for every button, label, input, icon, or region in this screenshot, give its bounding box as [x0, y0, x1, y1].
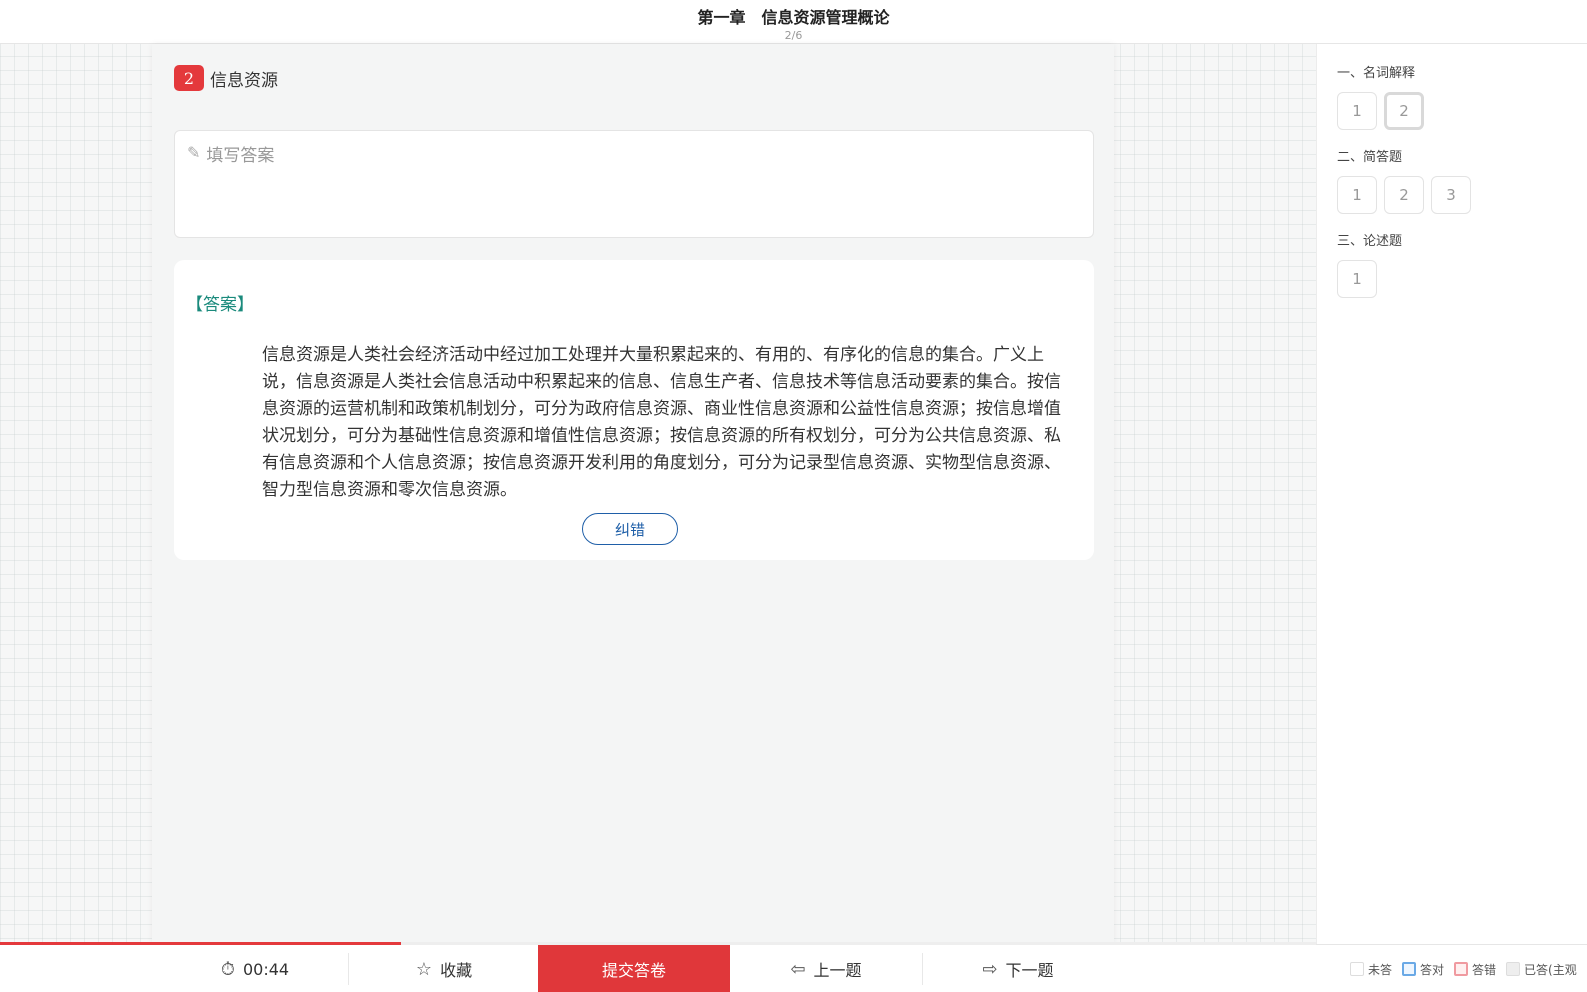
question-panel: 2 信息资源 ✎ 【答案】 信息资源是人类社会经济活动中经过加工处理并大量积累起…: [152, 44, 1114, 944]
nav-essay-q1[interactable]: 1: [1337, 260, 1377, 298]
next-label: 下一题: [1005, 961, 1054, 980]
nav-short-q3[interactable]: 3: [1431, 176, 1471, 214]
legend-label: 未答: [1368, 962, 1393, 977]
reference-answer-box: 【答案】 信息资源是人类社会经济活动中经过加工处理并大量积累起来的、有用的、有序…: [174, 260, 1094, 560]
arrow-left-icon: ⇦: [790, 958, 806, 980]
favorite-button[interactable]: ☆ 收藏: [350, 945, 538, 992]
section-title-terms: 一、名词解释: [1337, 66, 1416, 81]
nav-short-q1[interactable]: 1: [1337, 176, 1377, 214]
question-navigator: 一、名词解释 1 2 二、简答题 1 2 3 三、论述题 1: [1316, 44, 1587, 944]
answer-text: 信息资源是人类社会经济活动中经过加工处理并大量积累起来的、有用的、有序化的信息的…: [262, 345, 1061, 500]
answer-label: 【答案】: [186, 295, 254, 315]
pencil-icon: ✎: [187, 143, 201, 162]
swatch: [1506, 962, 1521, 976]
nav-terms-q2[interactable]: 2: [1384, 92, 1424, 130]
star-icon: ☆: [415, 958, 433, 980]
page-header: 第一章 信息资源管理概论 2/6: [0, 0, 1587, 44]
submit-button[interactable]: 提交答卷: [538, 945, 730, 992]
next-question-button[interactable]: ⇨ 下一题: [922, 945, 1114, 992]
question-number-badge: 2: [174, 65, 204, 91]
timer: ⏱ 00:44: [160, 945, 350, 992]
swatch: [1402, 962, 1417, 976]
legend-label: 答错: [1472, 962, 1497, 977]
timer-value: 00:44: [242, 959, 290, 979]
answer-input-box[interactable]: ✎: [174, 130, 1094, 238]
swatch: [1350, 962, 1364, 976]
question-title: 信息资源: [210, 70, 278, 91]
legend-wrong: 答错: [1454, 961, 1496, 978]
legend-unanswered: 未答: [1350, 961, 1392, 978]
divider: [348, 953, 349, 985]
report-error-button[interactable]: 纠错: [582, 513, 678, 545]
nav-short-q2[interactable]: 2: [1384, 176, 1424, 214]
legend-correct: 答对: [1402, 961, 1444, 978]
legend-label: 答对: [1420, 962, 1445, 977]
answer-input[interactable]: [206, 141, 1067, 221]
status-legend: 未答 答对 答错 已答(主观: [1350, 945, 1587, 992]
legend-label: 已答(主观: [1524, 962, 1577, 977]
prev-question-button[interactable]: ⇦ 上一题: [730, 945, 922, 992]
nav-terms-q1[interactable]: 1: [1337, 92, 1377, 130]
favorite-label: 收藏: [440, 961, 473, 980]
stopwatch-icon: ⏱: [220, 958, 235, 980]
legend-answered-subjective: 已答(主观: [1506, 961, 1577, 978]
question-header: 2 信息资源: [174, 64, 278, 92]
section-title-short: 二、简答题: [1337, 150, 1403, 165]
swatch: [1454, 962, 1469, 976]
arrow-right-icon: ⇨: [982, 958, 998, 980]
bottom-toolbar: ⏱ 00:44 ☆ 收藏 提交答卷 ⇦ 上一题 ⇨ 下一题 未答 答对 答错 已…: [0, 942, 1587, 992]
chapter-title: 第一章 信息资源管理概论: [697, 8, 890, 27]
question-counter: 2/6: [784, 29, 803, 42]
section-title-essay: 三、论述题: [1337, 234, 1403, 249]
prev-label: 上一题: [813, 961, 862, 980]
